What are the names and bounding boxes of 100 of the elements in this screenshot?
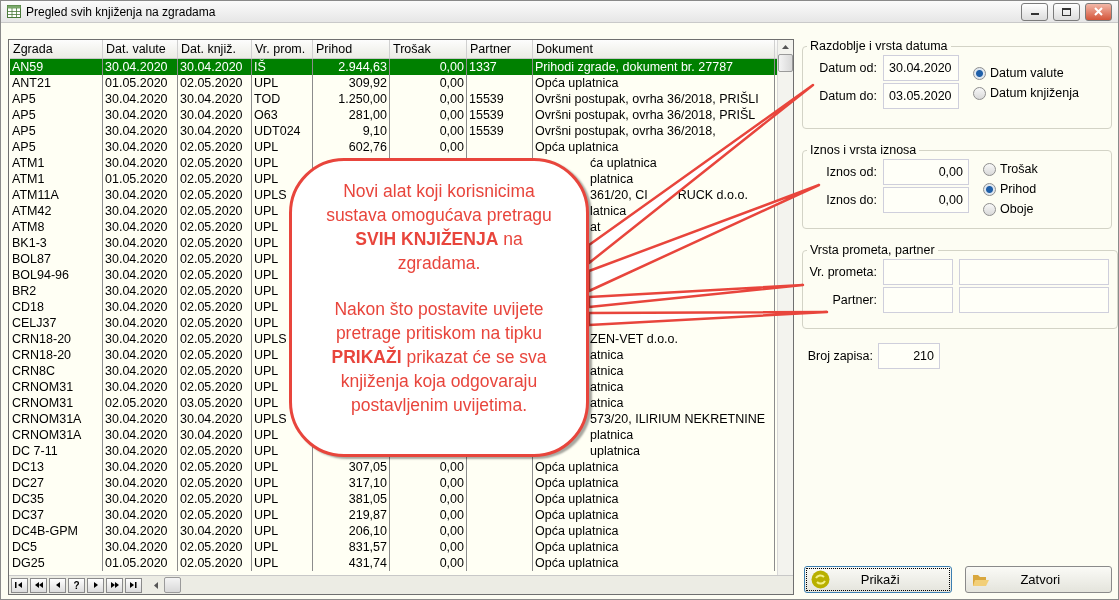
table-cell: UPL <box>254 139 279 155</box>
table-cell: Opća uplatnica <box>535 539 619 555</box>
table-cell: 1337 <box>469 59 497 75</box>
table-row[interactable]: DC37 30.04.2020 02.05.2020 UPL 219,87 0,00 Opća uplatnica <box>10 507 777 523</box>
scroll-thumb[interactable] <box>778 54 793 72</box>
table-cell: ATM1 <box>12 155 45 171</box>
table-cell: 30.04.2020 <box>105 507 168 523</box>
table-cell: DC 7-11 <box>12 443 58 459</box>
radio-button[interactable]: Trošak <box>983 159 1038 179</box>
nav-button[interactable] <box>49 577 66 593</box>
table-cell: 02.05.2020 <box>180 539 243 555</box>
table-cell: ATM1 <box>12 171 45 187</box>
column-header[interactable]: Prihod <box>313 40 390 58</box>
table-cell: UPL <box>254 363 279 379</box>
input-field[interactable]: 210 <box>878 343 940 369</box>
table-cell: DC5 <box>12 539 37 555</box>
table-cell: 0,00 <box>439 523 464 539</box>
table-row[interactable]: DC5 30.04.2020 02.05.2020 UPL 831,57 0,00 Opća uplatnica <box>10 539 777 555</box>
next-icon <box>91 581 100 589</box>
maximize-icon <box>1062 7 1071 16</box>
table-cell: 30.04.2020 <box>105 155 168 171</box>
table-cell: 15539 <box>469 107 504 123</box>
table-row[interactable]: DC13 30.04.2020 02.05.2020 UPL 307,05 0,00 Opća uplatnica <box>10 459 777 475</box>
radio-button[interactable]: Datum valute <box>973 63 1079 83</box>
input-field[interactable]: 0,00 <box>883 187 969 213</box>
table-cell: 30.04.2020 <box>180 123 243 139</box>
table-cell: UPL <box>254 219 279 235</box>
table-cell: 02.05.2020 <box>180 443 243 459</box>
table-cell: UPLS <box>254 411 287 427</box>
table-row[interactable]: ANT21 01.05.2020 02.05.2020 UPL 309,92 0,00 Opća uplatnica <box>10 75 777 91</box>
table-cell: BK1-3 <box>12 235 47 251</box>
group-title: Iznos i vrsta iznosa <box>809 143 918 157</box>
field-label: Partner: <box>831 293 877 307</box>
table-row[interactable]: DC35 30.04.2020 02.05.2020 UPL 381,05 0,00 Opća uplatnica <box>10 491 777 507</box>
table-cell: AP5 <box>12 123 36 139</box>
column-header[interactable]: Dokument <box>533 40 775 58</box>
maximize-button[interactable] <box>1053 2 1080 21</box>
radio-button[interactable]: Prihod <box>983 179 1038 199</box>
table-cell: UPL <box>254 299 279 315</box>
table-cell: 02.05.2020 <box>180 219 243 235</box>
table-cell: 309,92 <box>348 75 387 91</box>
table-cell: atnica <box>590 363 624 379</box>
table-cell: atnica <box>590 347 624 363</box>
table-cell: 02.05.2020 <box>180 251 243 267</box>
column-header[interactable]: Zgrada <box>10 40 103 58</box>
vertical-scrollbar[interactable] <box>777 40 793 575</box>
input-field[interactable] <box>959 259 1109 285</box>
input-field[interactable] <box>883 287 953 313</box>
table-cell: CRNOM31 <box>12 395 74 411</box>
input-field[interactable] <box>959 287 1109 313</box>
table-row[interactable]: AP5 30.04.2020 30.04.2020 TOD 1.250,00 0,00 15539 Ovršni postupak, ovrha 36/2018, PRIŠLI <box>10 91 777 107</box>
table-cell: UPL <box>254 427 279 443</box>
table-cell: UPL <box>254 235 279 251</box>
input-field[interactable]: 30.04.2020 <box>883 55 959 81</box>
input-field[interactable] <box>883 259 953 285</box>
table-cell: UPL <box>254 75 279 91</box>
column-header[interactable]: Dat. valute <box>103 40 178 58</box>
nav-button[interactable] <box>30 577 47 593</box>
table-row[interactable]: AN59 30.04.2020 30.04.2020 IŠ 2.944,63 0,00 1337 Prihodi zgrade, dokument br. 27787 <box>10 59 777 75</box>
table-cell: 0,00 <box>439 475 464 491</box>
table-row[interactable]: DC27 30.04.2020 02.05.2020 UPL 317,10 0,00 Opća uplatnica <box>10 475 777 491</box>
group-title: Vrsta prometa, partner <box>809 243 936 257</box>
action-button[interactable]: Prikaži <box>804 566 952 593</box>
table-cell: UPL <box>254 555 279 571</box>
nav-button[interactable] <box>106 577 123 593</box>
close-button[interactable] <box>1085 2 1112 21</box>
table-row[interactable]: DG25 01.05.2020 02.05.2020 UPL 431,74 0,00 Opća uplatnica <box>10 555 777 571</box>
field-label: Iznos od: <box>825 165 877 179</box>
scroll-left-icon[interactable] <box>152 580 160 590</box>
action-button[interactable]: Zatvori <box>964 566 1112 593</box>
table-cell: CRNOM31A <box>12 411 82 427</box>
column-header[interactable]: Trošak <box>390 40 467 58</box>
table-cell: UPL <box>254 203 279 219</box>
input-field[interactable]: 03.05.2020 <box>883 83 959 109</box>
table-row[interactable]: DC4B-GPM 30.04.2020 30.04.2020 UPL 206,10 0,00 Opća uplatnica <box>10 523 777 539</box>
radio-button[interactable]: Oboje <box>983 199 1038 219</box>
help-button[interactable]: ? <box>68 577 85 593</box>
column-header[interactable]: Dat. knjiž. <box>178 40 252 58</box>
scroll-thumb[interactable] <box>164 577 181 593</box>
table-cell: 0,00 <box>439 139 464 155</box>
column-header[interactable]: Vr. prom. <box>252 40 313 58</box>
table-cell: 30.04.2020 <box>105 363 168 379</box>
table-cell: UPL <box>254 251 279 267</box>
nav-button[interactable] <box>87 577 104 593</box>
group-title: Razdoblje i vrsta datuma <box>809 39 949 53</box>
input-field[interactable]: 0,00 <box>883 159 969 185</box>
close-icon <box>1094 7 1103 16</box>
table-cell: 602,76 <box>348 139 387 155</box>
radio-button[interactable]: Datum knjiženja <box>973 83 1079 103</box>
table-cell: CRNOM31 <box>12 379 74 395</box>
next-icon <box>129 581 138 589</box>
table-cell: atnica <box>590 379 624 395</box>
table-cell: 30.04.2020 <box>105 91 168 107</box>
table-cell: UPLS <box>254 187 287 203</box>
table-cell: CELJ37 <box>12 315 57 331</box>
column-header[interactable]: Partner <box>467 40 533 58</box>
nav-button[interactable] <box>11 577 28 593</box>
nav-button[interactable] <box>125 577 142 593</box>
minimize-button[interactable] <box>1021 2 1048 21</box>
table-cell: Opća uplatnica <box>535 523 619 539</box>
